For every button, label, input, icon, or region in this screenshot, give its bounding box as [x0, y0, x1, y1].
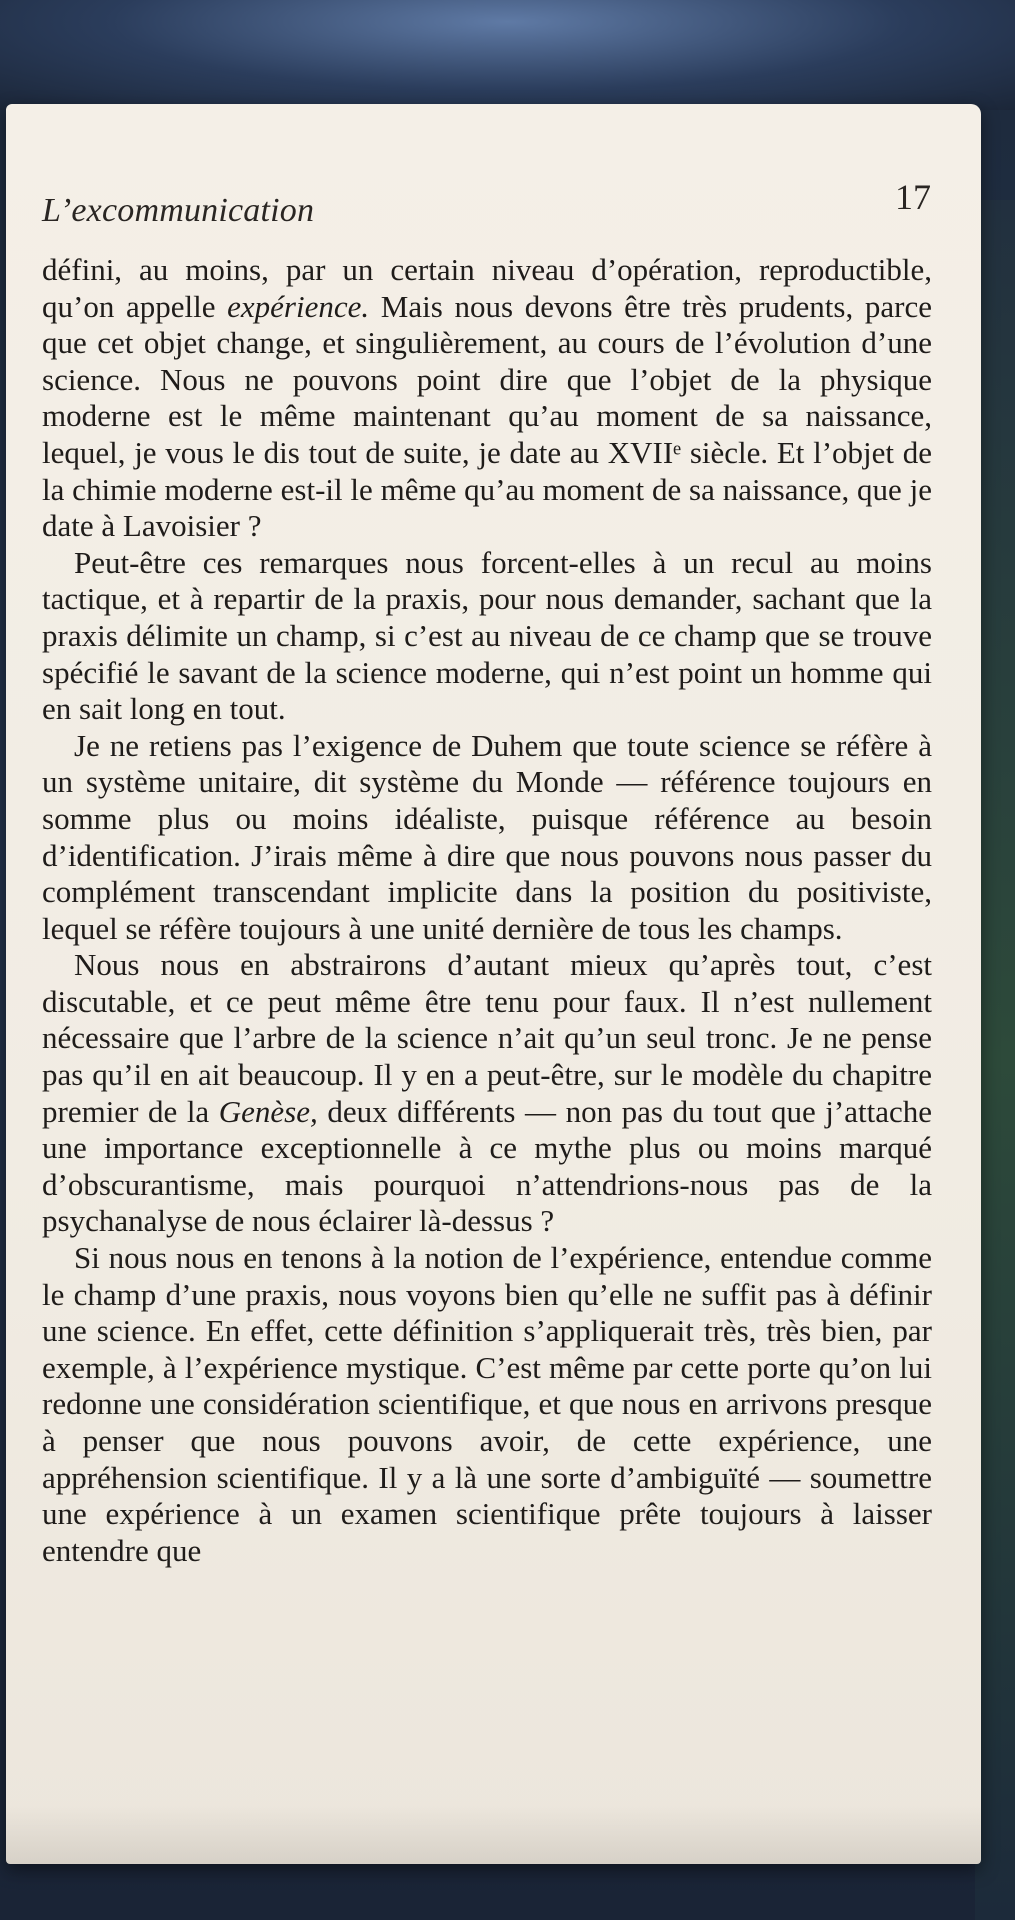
- text-run: Je ne retiens pas l’exigence de Duhem qu…: [42, 727, 932, 946]
- text-run: Mais nous devons être très prudents, par…: [42, 288, 932, 544]
- paragraph: Je ne retiens pas l’exigence de Duhem qu…: [42, 728, 932, 948]
- page-number: 17: [895, 177, 931, 217]
- background-right-edge: [975, 200, 1015, 1920]
- paragraph: Si nous nous en tenons à la notion de l’…: [42, 1240, 932, 1569]
- text-run: Peut-être ces remarques nous forcent-ell…: [42, 544, 932, 727]
- background-top: [0, 0, 1015, 110]
- page-bottom-shadow: [6, 1804, 981, 1864]
- paragraph: défini, au moins, par un certain niveau …: [42, 252, 932, 545]
- text-run: Si nous nous en tenons à la notion de l’…: [42, 1240, 932, 1568]
- italic-text: expérience.: [227, 288, 370, 324]
- italic-text: Genèse,: [218, 1093, 318, 1129]
- paragraph: Nous nous en abstrairons d’autant mieux …: [42, 947, 932, 1240]
- paragraph: Peut-être ces remarques nous forcent-ell…: [42, 545, 932, 728]
- book-page: L’excommunication 17 défini, au moins, p…: [6, 104, 981, 1864]
- running-head-title: L’excommunication: [42, 192, 315, 229]
- body-text: défini, au moins, par un certain niveau …: [42, 252, 932, 1569]
